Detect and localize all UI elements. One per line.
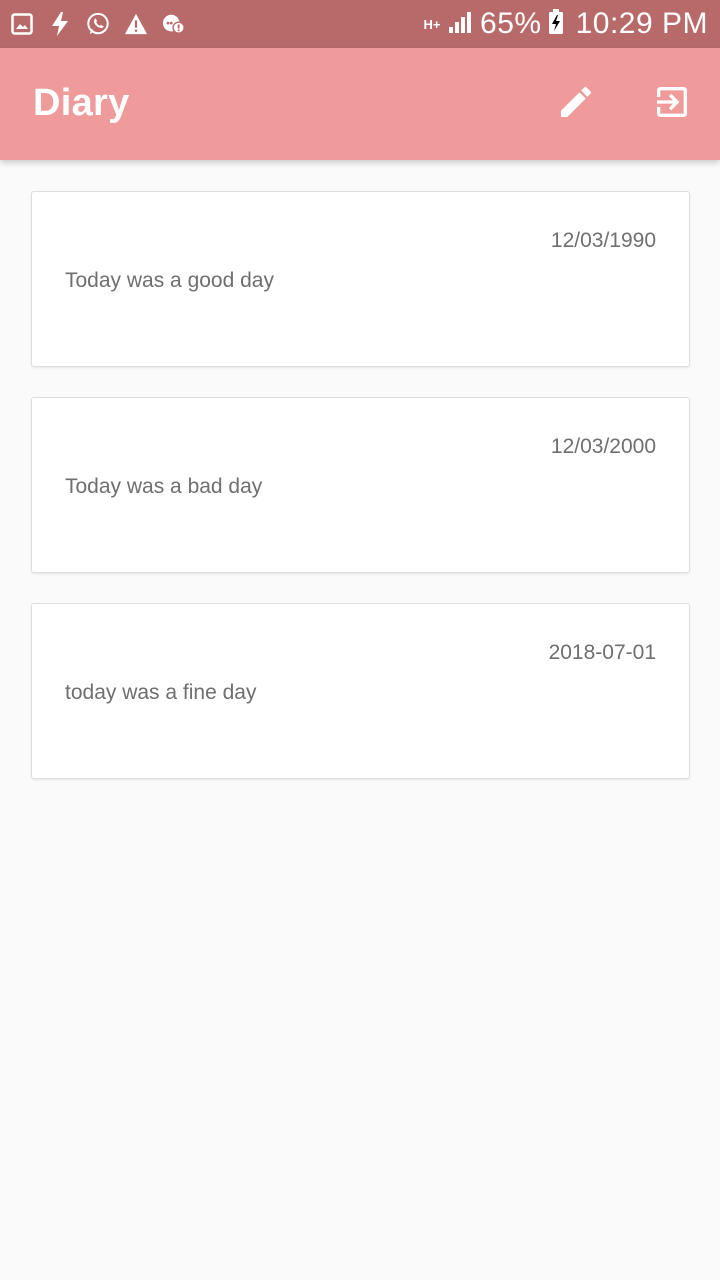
- page-title: Diary: [33, 82, 130, 124]
- gallery-icon: [10, 12, 34, 36]
- logout-icon: [652, 82, 692, 127]
- clock: 10:29 PM: [575, 7, 708, 40]
- pencil-icon: [556, 82, 596, 127]
- diary-entry-card[interactable]: 12/03/2000 Today was a bad day: [31, 397, 690, 573]
- entry-date: 12/03/2000: [550, 435, 656, 458]
- entry-text: Today was a good day: [65, 269, 274, 292]
- battery-charging-icon: [548, 8, 564, 40]
- entry-date: 12/03/1990: [550, 229, 656, 252]
- logout-button[interactable]: [648, 80, 696, 128]
- warning-icon: [124, 12, 148, 36]
- signal-icon: [448, 10, 474, 39]
- whatsapp-icon: [86, 12, 110, 36]
- chat-alert-icon: [162, 12, 186, 36]
- status-notifications: [10, 12, 186, 36]
- status-bar: H+ 65% 10:29 PM: [0, 0, 720, 48]
- network-type: H+: [423, 16, 441, 32]
- entry-text: today was a fine day: [65, 681, 257, 704]
- app-bar: Diary: [0, 48, 720, 160]
- new-entry-button[interactable]: [552, 80, 600, 128]
- battery-percent: 65%: [480, 7, 542, 40]
- entry-date: 2018-07-01: [548, 641, 656, 664]
- diary-entry-card[interactable]: 2018-07-01 today was a fine day: [31, 603, 690, 779]
- status-system: H+ 65% 10:29 PM: [422, 7, 708, 40]
- flash-icon: [48, 12, 72, 36]
- diary-entry-card[interactable]: 12/03/1990 Today was a good day: [31, 191, 690, 367]
- diary-entry-list: 12/03/1990 Today was a good day 12/03/20…: [31, 191, 690, 809]
- entry-text: Today was a bad day: [65, 475, 263, 498]
